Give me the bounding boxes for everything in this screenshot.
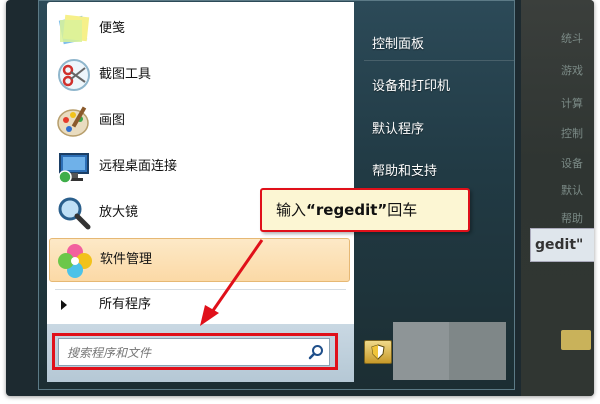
- program-label: 截图工具: [99, 67, 152, 82]
- program-label: 放大镜: [99, 205, 139, 220]
- all-programs-button[interactable]: 所有程序: [55, 292, 295, 318]
- remote-desktop-icon: [58, 153, 89, 184]
- paint-icon: [57, 106, 89, 137]
- search-highlight-frame: [52, 333, 338, 370]
- callout-prefix: 输入: [276, 201, 307, 219]
- callout-text: 输入“regedit”回车: [276, 190, 417, 230]
- program-label: 远程桌面连接: [99, 159, 178, 174]
- control-panel-link[interactable]: 控制面板: [372, 33, 424, 52]
- sticky-notes-icon: [58, 14, 90, 45]
- shutdown-button[interactable]: [364, 340, 392, 364]
- background-text: 设备: [561, 157, 583, 170]
- user-panel: [393, 322, 506, 380]
- background-box-text: gedit": [535, 237, 584, 253]
- program-item-paint[interactable]: 画图: [47, 98, 354, 144]
- program-label: 便笺: [99, 21, 126, 36]
- background-box: gedit": [530, 228, 594, 262]
- all-programs-label: 所有程序: [99, 297, 152, 312]
- start-menu-programs-pane: 便笺 截图工具 画图 远程桌面连接 放大镜 软件管理: [47, 2, 354, 324]
- program-label: 画图: [99, 113, 126, 128]
- background-text: 控制: [561, 127, 583, 140]
- shield-icon: [371, 344, 385, 360]
- user-panel-inner: [449, 322, 506, 380]
- program-item-remote-desktop[interactable]: 远程桌面连接: [47, 144, 354, 190]
- triangle-right-icon: [61, 300, 67, 310]
- program-item-snipping-tool[interactable]: 截图工具: [47, 52, 354, 98]
- devices-printers-link[interactable]: 设备和打印机: [372, 75, 450, 94]
- background-text: 统斗: [561, 32, 583, 45]
- menu-divider: [55, 289, 346, 290]
- instruction-callout: 输入“regedit”回车: [260, 188, 470, 232]
- callout-keyword: “regedit”: [306, 201, 388, 219]
- background-text: 游戏: [561, 64, 583, 77]
- background-text: 帮助: [561, 212, 583, 225]
- magnifier-icon: [58, 197, 91, 230]
- help-support-link[interactable]: 帮助和支持: [372, 160, 437, 179]
- default-programs-link[interactable]: 默认程序: [372, 118, 424, 137]
- menu-divider: [364, 60, 514, 61]
- software-manager-icon: [58, 244, 92, 278]
- program-item-software-manager[interactable]: 软件管理: [49, 238, 350, 282]
- background-text: 计算: [561, 97, 583, 110]
- background-button: [561, 330, 591, 350]
- background-text: 默认: [561, 184, 583, 197]
- program-item-sticky-notes[interactable]: 便笺: [47, 6, 354, 52]
- callout-suffix: 回车: [387, 201, 418, 219]
- snipping-tool-icon: [58, 59, 90, 91]
- program-label: 软件管理: [100, 252, 153, 267]
